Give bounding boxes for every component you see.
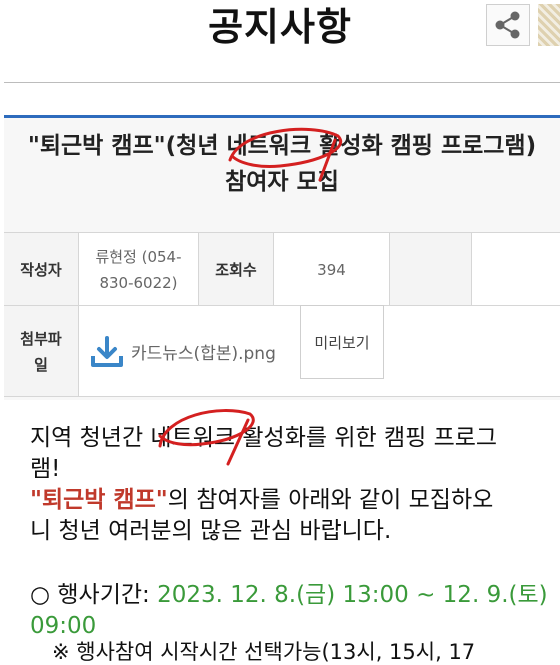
body-line1: 지역 청년간 네트워크 활성화를 위한 캠핑 프로그 — [30, 425, 498, 451]
author-value-line1: 류현정 (054- — [95, 247, 182, 266]
share-icon — [495, 11, 520, 39]
empty-cell — [390, 233, 472, 306]
participation-note: ※ 행사참여 시작시간 선택가능(13시, 15시, 17 — [52, 640, 476, 664]
schedule-date: 2023. 12. 8.(금) 13:00 ~ 12. 9.(토) — [157, 582, 548, 608]
post-title-line2: 참여자 모집 — [225, 169, 339, 195]
download-icon[interactable] — [89, 334, 125, 370]
views-value: 394 — [274, 233, 390, 306]
schedule-line1: ○ 행사기간: 2023. 12. 8.(금) 13:00 ~ 12. 9.(토… — [30, 580, 560, 611]
body-line3: "퇴근박 캠프"의 참여자를 아래와 같이 모집하오 — [30, 485, 550, 516]
event-schedule: ○ 행사기간: 2023. 12. 8.(금) 13:00 ~ 12. 9.(토… — [30, 580, 560, 642]
post-title-line1: "퇴근박 캠프"(청년 네트워크 활성화 캠핑 프로그램) — [27, 133, 537, 159]
page-title: 공지사항 — [208, 5, 352, 49]
preview-button[interactable]: 미리보기 — [300, 305, 384, 379]
body-line2: 램! — [30, 456, 61, 482]
header-divider — [4, 82, 560, 83]
info-row-author: 작성자 류현정 (054- 830-6022) 조회수 394 — [4, 232, 560, 307]
empty-cell — [472, 233, 560, 306]
attachment-label-line2: 일 — [34, 355, 48, 374]
views-label: 조회수 — [199, 233, 274, 306]
share-button[interactable] — [486, 4, 530, 46]
body-line4: 니 청년 여러분의 많은 관심 바랍니다. — [30, 518, 392, 544]
schedule-label: ○ 행사기간: — [30, 582, 150, 608]
camp-name: "퇴근박 캠프" — [30, 487, 168, 513]
attachment-label-line1: 첨부파 — [20, 329, 62, 348]
author-value: 류현정 (054- 830-6022) — [79, 233, 199, 306]
info-row-attachment: 첨부파 일 카드뉴스(합본).png — [4, 305, 560, 398]
body-line3-rest: 의 참여자를 아래와 같이 모집하오 — [167, 487, 494, 513]
qr-thumbnail[interactable] — [538, 4, 560, 46]
post-title: "퇴근박 캠프"(청년 네트워크 활성화 캠핑 프로그램) 참여자 모집 — [4, 128, 560, 200]
content-divider — [4, 396, 560, 397]
attachment-file-link[interactable]: 카드뉴스(합본).png — [131, 339, 276, 364]
author-label: 작성자 — [4, 233, 79, 306]
attachment-label: 첨부파 일 — [4, 306, 79, 397]
author-value-line2: 830-6022) — [99, 273, 178, 292]
schedule-time: 09:00 — [30, 613, 97, 639]
post-body: 지역 청년간 네트워크 활성화를 위한 캠핑 프로그 램! "퇴근박 캠프"의 … — [30, 423, 550, 547]
